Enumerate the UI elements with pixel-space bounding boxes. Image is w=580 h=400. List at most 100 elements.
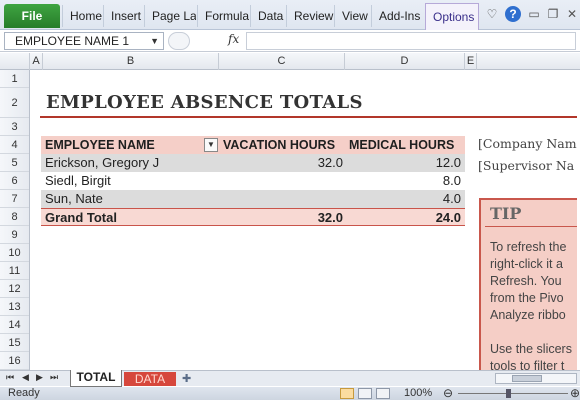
row-header[interactable]: 13: [0, 298, 29, 317]
normal-view-icon[interactable]: [340, 388, 354, 399]
tip-text-line: from the Pivo: [490, 291, 564, 305]
column-header-a[interactable]: A: [30, 53, 43, 70]
next-sheet-icon[interactable]: ▶: [36, 372, 43, 383]
row-header[interactable]: 12: [0, 280, 29, 299]
column-headers: A B C D E: [0, 53, 580, 70]
row-headers: 1 2 3 4 5 6 7 8 9 10 11 12 13 14 15 16: [0, 70, 30, 370]
first-sheet-icon[interactable]: ⏮: [6, 372, 14, 383]
grand-total-medical[interactable]: 24.0: [346, 209, 461, 227]
tip-text-line: To refresh the: [490, 240, 567, 254]
chevron-down-icon[interactable]: ▼: [150, 33, 159, 49]
tab-page-layout[interactable]: Page Lay: [144, 5, 196, 27]
tab-options[interactable]: Options: [425, 3, 479, 30]
page-layout-view-icon[interactable]: [358, 388, 372, 399]
zoom-slider[interactable]: [458, 393, 568, 394]
scrollbar-thumb[interactable]: [512, 375, 542, 382]
column-header-c[interactable]: C: [219, 53, 345, 70]
tab-home[interactable]: Home: [62, 5, 102, 27]
zoom-in-icon[interactable]: ⊕: [570, 386, 580, 400]
restore-icon[interactable]: ❐: [545, 6, 561, 22]
vacation-hours-cell[interactable]: [221, 190, 343, 208]
prev-sheet-icon[interactable]: ◀: [22, 372, 29, 383]
employee-name-cell[interactable]: Sun, Nate: [45, 190, 103, 208]
zoom-slider-thumb[interactable]: [506, 389, 511, 398]
name-box[interactable]: EMPLOYEE NAME 1 ▼: [4, 32, 164, 50]
tab-insert[interactable]: Insert: [103, 5, 144, 27]
formula-bar-handle[interactable]: [168, 32, 190, 50]
table-row[interactable]: Sun, Nate 4.0: [41, 190, 465, 208]
horizontal-scrollbar[interactable]: [495, 373, 577, 384]
row-header[interactable]: 10: [0, 244, 29, 263]
header-vacation-hours[interactable]: VACATION HOURS: [223, 136, 345, 154]
tab-formulas[interactable]: Formula: [197, 5, 249, 27]
grand-total-label[interactable]: Grand Total: [45, 209, 117, 227]
row-header[interactable]: 15: [0, 334, 29, 353]
row-header[interactable]: 2: [0, 88, 29, 119]
tip-text-line: right-click it a: [490, 257, 563, 271]
last-sheet-icon[interactable]: ⏭: [50, 372, 58, 383]
row-header[interactable]: 16: [0, 352, 29, 370]
page-break-view-icon[interactable]: [376, 388, 390, 399]
tab-add-ins[interactable]: Add-Ins: [371, 5, 425, 27]
tab-view[interactable]: View: [334, 5, 371, 27]
formula-input[interactable]: [246, 32, 576, 50]
ribbon-tab-bar: File Home Insert Page Lay Formula Data R…: [0, 0, 580, 30]
grand-total-row[interactable]: Grand Total 32.0 24.0: [41, 208, 465, 226]
sheet-tab-total[interactable]: TOTAL: [70, 370, 122, 387]
zoom-out-icon[interactable]: ⊖: [443, 386, 453, 400]
row-header[interactable]: 7: [0, 190, 29, 209]
tip-text-line: tools to filter t: [490, 359, 565, 370]
select-all-corner[interactable]: [0, 53, 30, 70]
employee-name-cell[interactable]: Erickson, Gregory J: [45, 154, 159, 172]
minimize-icon[interactable]: ▭: [526, 6, 542, 22]
tab-data[interactable]: Data: [250, 5, 286, 27]
row-header[interactable]: 3: [0, 118, 29, 137]
tab-review[interactable]: Review: [286, 5, 334, 27]
name-box-value: EMPLOYEE NAME 1: [15, 34, 130, 48]
tip-text-line: Analyze ribbo: [490, 308, 566, 322]
function-icon[interactable]: fx: [228, 32, 239, 46]
tip-text-line: Use the slicers: [490, 342, 572, 356]
medical-hours-cell[interactable]: 8.0: [346, 172, 461, 190]
status-ready: Ready: [8, 387, 40, 399]
table-row[interactable]: Siedl, Birgit 8.0: [41, 172, 465, 190]
row-header[interactable]: 8: [0, 208, 29, 227]
status-bar: Ready 100% ⊖ ⊕: [0, 386, 580, 400]
header-employee-name[interactable]: EMPLOYEE NAME: [45, 136, 155, 154]
zoom-level[interactable]: 100%: [404, 387, 432, 400]
supervisor-name-placeholder[interactable]: [Supervisor Na: [478, 158, 574, 173]
column-header-e[interactable]: E: [465, 53, 477, 70]
row-header[interactable]: 6: [0, 172, 29, 191]
pivot-header-row: EMPLOYEE NAME ▼ VACATION HOURS MEDICAL H…: [41, 136, 465, 154]
row-header[interactable]: 5: [0, 154, 29, 173]
close-icon[interactable]: ✕: [564, 6, 580, 22]
row-header[interactable]: 1: [0, 70, 29, 89]
row-header[interactable]: 14: [0, 316, 29, 335]
header-medical-hours[interactable]: MEDICAL HOURS: [349, 136, 464, 154]
help-icon[interactable]: ?: [505, 6, 521, 22]
column-header-d[interactable]: D: [345, 53, 465, 70]
tip-divider: [485, 226, 577, 227]
formula-bar: EMPLOYEE NAME 1 ▼ fx: [0, 30, 580, 52]
heart-icon[interactable]: ♡: [484, 6, 500, 22]
table-row[interactable]: Erickson, Gregory J 32.0 12.0: [41, 154, 465, 172]
medical-hours-cell[interactable]: 12.0: [346, 154, 461, 172]
medical-hours-cell[interactable]: 4.0: [346, 190, 461, 208]
row-header[interactable]: 11: [0, 262, 29, 281]
grand-total-vacation[interactable]: 32.0: [221, 209, 343, 227]
column-header-b[interactable]: B: [43, 53, 219, 70]
row-header[interactable]: 9: [0, 226, 29, 245]
new-sheet-icon[interactable]: ✚: [182, 372, 191, 385]
employee-name-cell[interactable]: Siedl, Birgit: [45, 172, 111, 190]
vacation-hours-cell[interactable]: [221, 172, 343, 190]
filter-dropdown-icon[interactable]: ▼: [204, 138, 218, 152]
company-name-placeholder[interactable]: [Company Nam: [478, 136, 577, 151]
row-header[interactable]: 4: [0, 136, 29, 155]
vacation-hours-cell[interactable]: 32.0: [221, 154, 343, 172]
worksheet-grid[interactable]: EMPLOYEE ABSENCE TOTALS EMPLOYEE NAME ▼ …: [31, 70, 577, 370]
tip-title: TIP: [490, 204, 522, 223]
file-tab[interactable]: File: [4, 4, 60, 28]
sheet-tab-data[interactable]: DATA: [124, 372, 176, 386]
sheet-tab-bar: ⏮ ◀ ▶ ⏭ TOTAL DATA ✚: [0, 370, 580, 387]
title-underline: [40, 116, 577, 118]
